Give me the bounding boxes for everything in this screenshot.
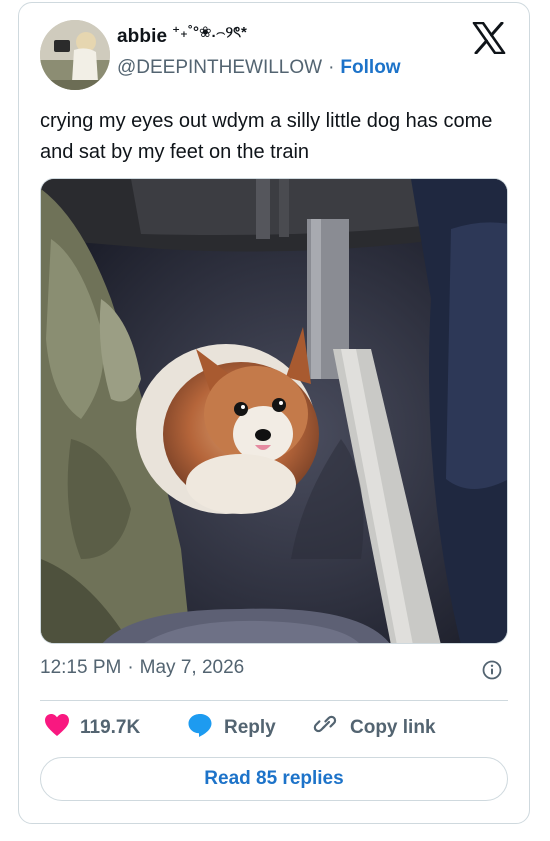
- tweet-date: May 7, 2026: [139, 657, 245, 678]
- reply-label: Reply: [224, 717, 276, 738]
- author-name-row[interactable]: abbie ⁺₊˚°❀.⌢୨ৎ*: [117, 24, 247, 49]
- like-count: 119.7K: [80, 717, 141, 738]
- divider: [40, 700, 508, 701]
- timestamp-separator: ·: [127, 657, 134, 678]
- read-replies-button[interactable]: Read 85 replies: [40, 757, 508, 801]
- like-button[interactable]: 119.7K: [44, 713, 140, 743]
- avatar[interactable]: [40, 20, 110, 90]
- name-decoration: ⁺₊˚°❀.⌢୨ৎ*: [172, 24, 247, 41]
- display-name[interactable]: abbie: [117, 26, 167, 48]
- tweet-timestamp[interactable]: 12:15 PM · May 7, 2026: [40, 657, 244, 679]
- tweet-text: crying my eyes out wdym a silly little d…: [40, 110, 493, 163]
- tweet-time: 12:15 PM: [40, 657, 122, 678]
- reply-button[interactable]: Reply: [186, 713, 276, 743]
- copy-link-label: Copy link: [350, 717, 436, 738]
- heart-icon: [44, 713, 70, 743]
- x-logo-icon[interactable]: [472, 21, 506, 55]
- handle-separator: ·: [328, 57, 335, 78]
- handle-row: @DEEPINTHEWILLOW · Follow: [117, 57, 401, 79]
- tweet-photo[interactable]: [40, 178, 508, 644]
- copy-link-button[interactable]: Copy link: [312, 713, 436, 743]
- info-icon[interactable]: [482, 660, 502, 680]
- author-handle[interactable]: @DEEPINTHEWILLOW: [117, 57, 322, 79]
- link-icon: [312, 711, 340, 745]
- reply-bubble-icon: [186, 711, 214, 745]
- follow-button[interactable]: Follow: [340, 57, 400, 79]
